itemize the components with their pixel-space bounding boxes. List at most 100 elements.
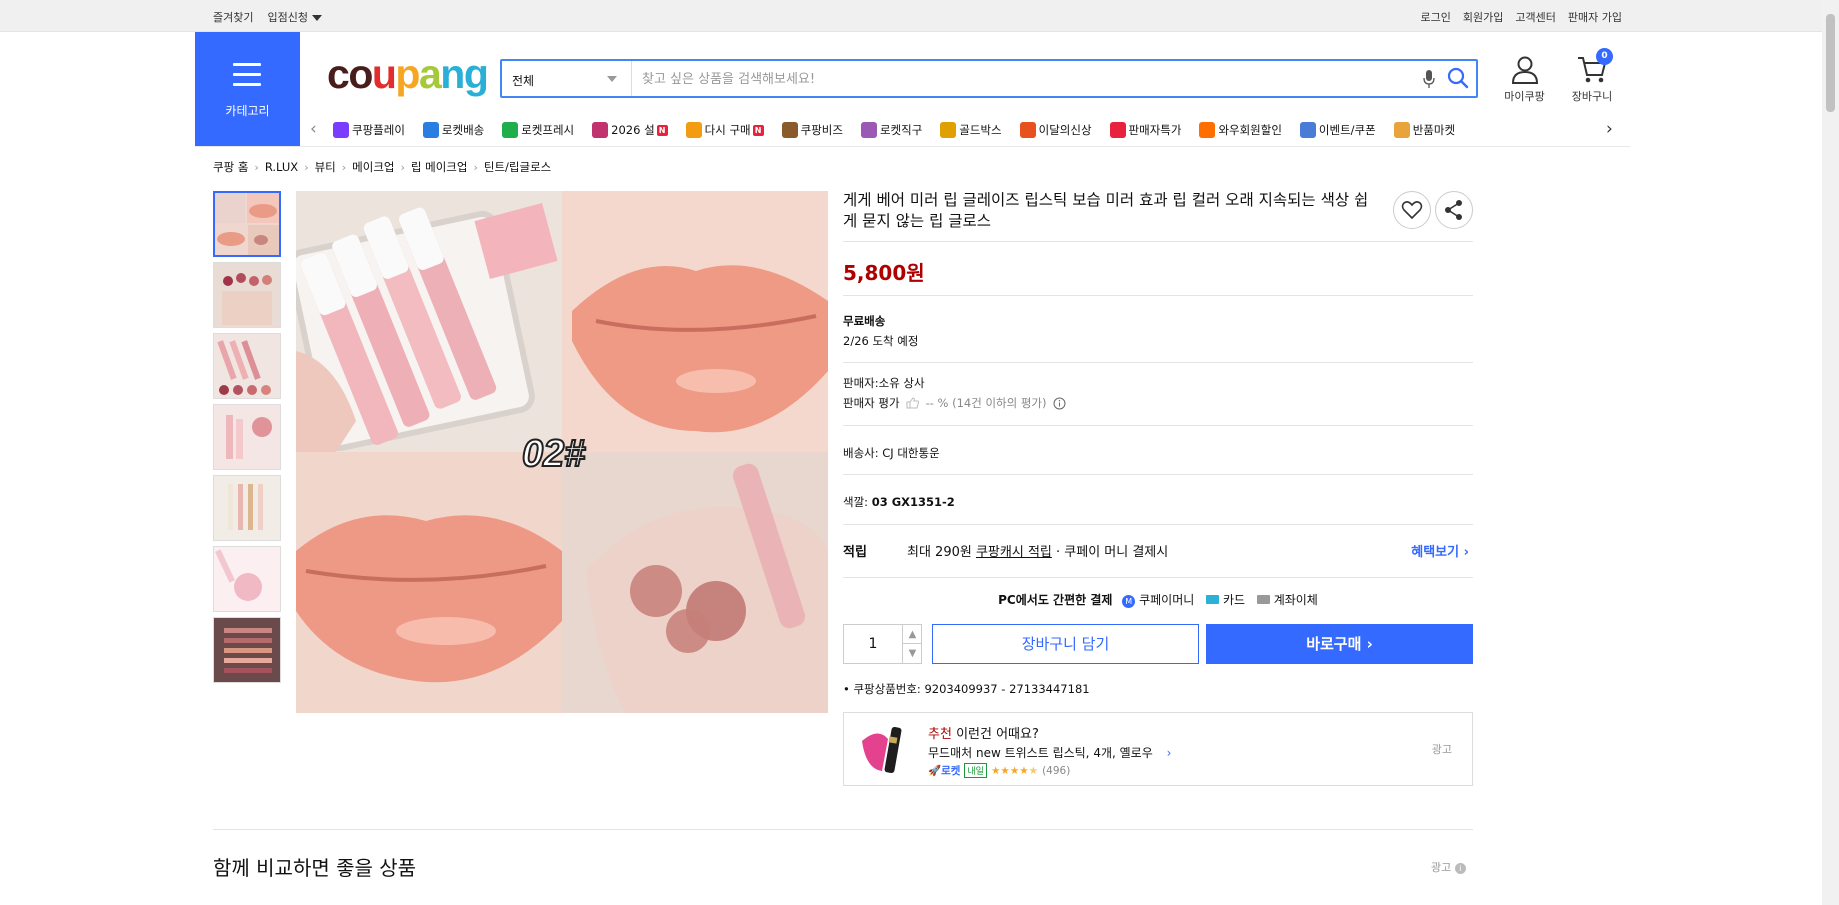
main-product-image[interactable]: 02# [296, 191, 828, 713]
reward-condition: · 쿠페이 머니 결제시 [1056, 545, 1169, 560]
thumbnail-2[interactable] [213, 262, 281, 328]
wow-icon [1199, 122, 1216, 138]
thumbnail-7[interactable] [213, 617, 281, 683]
recommended-product-image [858, 721, 914, 777]
nav-item-9[interactable]: 판매자특가 [1109, 122, 1181, 138]
nav-item-label: 다시 구매 [704, 123, 751, 137]
cart-count-badge: 0 [1596, 48, 1613, 65]
nav-item-label: 로켓프레시 [521, 123, 575, 137]
seller-apply-link[interactable]: 입점신청 [267, 9, 322, 25]
reward-row: 적립 최대 290원 쿠팡캐시 적립 · 쿠페이 머니 결제시 혜택보기 › [843, 541, 1473, 560]
nav-divider [195, 146, 1630, 147]
nav-prev-arrow-icon[interactable]: ‹ [310, 119, 317, 139]
thumbnail-1[interactable] [213, 191, 281, 257]
nav-item-0[interactable]: 쿠팡플레이 [333, 122, 405, 138]
breadcrumb-item[interactable]: 쿠팡 홈 [213, 159, 248, 175]
color-divider [843, 524, 1473, 525]
nav-next-arrow-icon[interactable]: › [1606, 119, 1613, 139]
nav-item-label: 쿠팡플레이 [352, 123, 405, 137]
cart-label: 장바구니 [1571, 90, 1613, 103]
nav-item-label: 골드박스 [959, 123, 1002, 137]
share-button[interactable] [1435, 191, 1473, 229]
nav-item-3[interactable]: 2026 설N [592, 122, 668, 138]
recommended-product-name: 무드매처 new 트위스트 립스틱, 4개, 옐로우 [928, 746, 1153, 760]
search-category-select[interactable]: 전체 [502, 61, 632, 96]
breadcrumb-item[interactable]: 뷰티 [315, 159, 336, 175]
rocket-label: 로켓 [941, 765, 961, 777]
breadcrumb-item[interactable]: R.LUX [265, 160, 298, 174]
logo-letter: u [371, 51, 397, 97]
benefits-link[interactable]: 혜택보기 › [1411, 541, 1469, 560]
star-icon: ★ [1028, 764, 1039, 777]
wishlist-button[interactable] [1393, 191, 1431, 229]
price-divider [843, 295, 1473, 296]
category-menu-button[interactable]: 카테고리 [195, 32, 300, 147]
breadcrumb-item[interactable]: 틴트/립글로스 [484, 159, 551, 175]
nav-item-11[interactable]: 이벤트/쿠폰 [1299, 122, 1376, 138]
signup-link[interactable]: 회원가입 [1463, 9, 1503, 25]
nav-item-2[interactable]: 로켓프레시 [502, 122, 574, 138]
quantity-stepper: 1 ▲ ▼ [843, 624, 922, 664]
info-icon[interactable] [1053, 397, 1066, 410]
nav-item-7[interactable]: 골드박스 [940, 122, 1002, 138]
nav-item-1[interactable]: 로켓배송 [422, 122, 485, 138]
reward-divider [843, 577, 1473, 578]
thumbnail-6[interactable] [213, 546, 281, 612]
search-icon[interactable] [1447, 67, 1469, 89]
quantity-up-icon[interactable]: ▲ [902, 625, 922, 644]
login-link[interactable]: 로그인 [1421, 9, 1451, 25]
scrollbar-thumb[interactable] [1826, 14, 1835, 112]
logo-letter: p [395, 51, 420, 97]
breadcrumb-item[interactable]: 립 메이크업 [411, 159, 468, 175]
rocket-fresh-icon [502, 122, 519, 138]
nav-item-label: 쿠팡비즈 [800, 123, 843, 137]
recommendation-name-row: 무드매처 new 트위스트 립스틱, 4개, 옐로우 › [928, 744, 1171, 761]
breadcrumb-item[interactable]: 메이크업 [352, 159, 394, 175]
bank-transfer-icon [1256, 595, 1270, 604]
info-icon[interactable]: i [1454, 863, 1466, 874]
seller-signup-link[interactable]: 판매자 가입 [1568, 9, 1622, 25]
nav-item-8[interactable]: 이달의신상 [1019, 122, 1092, 138]
thumbnail-3[interactable] [213, 333, 281, 399]
reward-amount: 최대 290원 [907, 545, 972, 560]
buy-now-button[interactable]: 바로구매 › [1206, 624, 1473, 664]
payment-options: PC에서도 간편한 결제 M 쿠페이머니 카드 계좌이체 [843, 591, 1473, 608]
customer-center-link[interactable]: 고객센터 [1515, 9, 1555, 25]
product-number: • 쿠팡상품번호: 9203409937 - 27133447181 [843, 682, 1090, 696]
nav-item-label: 로켓배송 [441, 123, 485, 137]
recommendation-ad[interactable]: 추천 이런건 어때요? 무드매처 new 트위스트 립스틱, 4개, 옐로우 ›… [843, 712, 1473, 786]
hamburger-icon [233, 63, 261, 86]
microphone-icon[interactable] [1423, 69, 1435, 89]
top-utility-bar: 즐겨찾기 입점신청 로그인 회원가입 고객센터 판매자 가입 [0, 0, 1822, 32]
my-coupang-button[interactable]: 마이쿠팡 [1497, 55, 1552, 104]
breadcrumb-separator-icon: › [254, 160, 259, 174]
delivery-eta: 2/26 도착 예정 [843, 334, 919, 348]
nav-item-12[interactable]: 반품마켓 [1393, 122, 1455, 138]
coupang-logo[interactable]: coupang [327, 51, 489, 97]
review-count: (496) [1042, 764, 1071, 777]
quantity-down-icon[interactable]: ▼ [902, 644, 922, 663]
sale-icon [1109, 122, 1126, 138]
new-icon [1019, 122, 1036, 138]
bookmark-link[interactable]: 즐겨찾기 [213, 9, 253, 25]
coupang-cash-link[interactable]: 쿠팡캐시 적립 [976, 545, 1052, 560]
color-option[interactable]: 색깔: 03 GX1351-2 [843, 494, 955, 510]
color-label: 색깔: [843, 495, 869, 509]
logo-letter: g [463, 51, 489, 97]
nav-item-label: 이벤트/쿠폰 [1318, 123, 1376, 137]
share-icon [1445, 200, 1462, 220]
nav-item-10[interactable]: 와우회원할인 [1199, 122, 1282, 138]
thumbnail-4[interactable] [213, 404, 281, 470]
search-input[interactable] [642, 67, 1402, 91]
add-to-cart-button[interactable]: 장바구니 담기 [932, 624, 1199, 664]
coupay-money-option: 쿠페이머니 [1139, 593, 1195, 607]
thumbnail-5[interactable] [213, 475, 281, 541]
nav-item-4[interactable]: 다시 구매 N [685, 122, 764, 138]
nav-item-6[interactable]: 로켓직구 [860, 122, 922, 138]
category-label: 카테고리 [225, 104, 270, 118]
page-scrollbar[interactable] [1822, 0, 1839, 905]
nav-item-5[interactable]: 쿠팡비즈 [781, 122, 843, 138]
quantity-input[interactable]: 1 [844, 636, 902, 652]
nav-item-label: 와우회원할인 [1218, 123, 1282, 137]
gift-icon [592, 122, 609, 138]
